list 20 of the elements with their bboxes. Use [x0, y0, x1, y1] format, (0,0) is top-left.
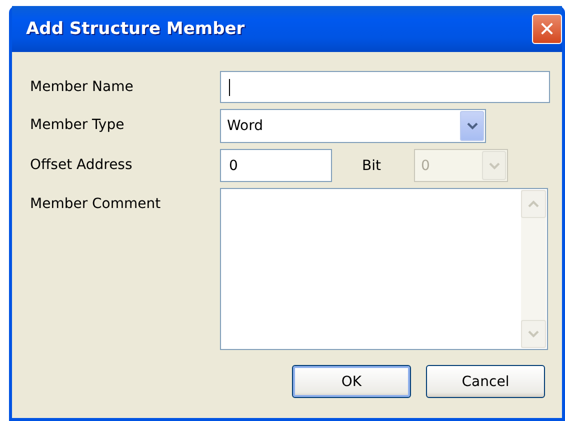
comment-field[interactable]	[220, 188, 548, 350]
chevron-down-icon	[466, 122, 478, 130]
field-label: Bit	[362, 158, 382, 174]
dropdown-value: Word	[227, 118, 264, 134]
scrollbar[interactable]	[521, 190, 546, 348]
offset-field[interactable]: 0	[220, 149, 332, 182]
text-field[interactable]	[220, 71, 550, 103]
field-label: Member Name	[30, 78, 134, 95]
field-label: Member Type	[30, 116, 126, 133]
window-title: Add Structure Member	[26, 19, 246, 39]
chevron-up-icon	[528, 200, 539, 208]
dropdown-button[interactable]	[460, 111, 484, 141]
dialog-button[interactable]: OK	[292, 365, 411, 398]
chevron-down-icon	[528, 330, 539, 338]
dialog-button[interactable]: Cancel	[426, 365, 545, 398]
dropdown-value: 0	[421, 158, 431, 174]
field-label: Offset Address	[30, 156, 134, 173]
chevron-down-icon	[488, 162, 500, 170]
field-label: Member Comment	[30, 195, 162, 212]
dropdown[interactable]: Word	[220, 109, 486, 143]
